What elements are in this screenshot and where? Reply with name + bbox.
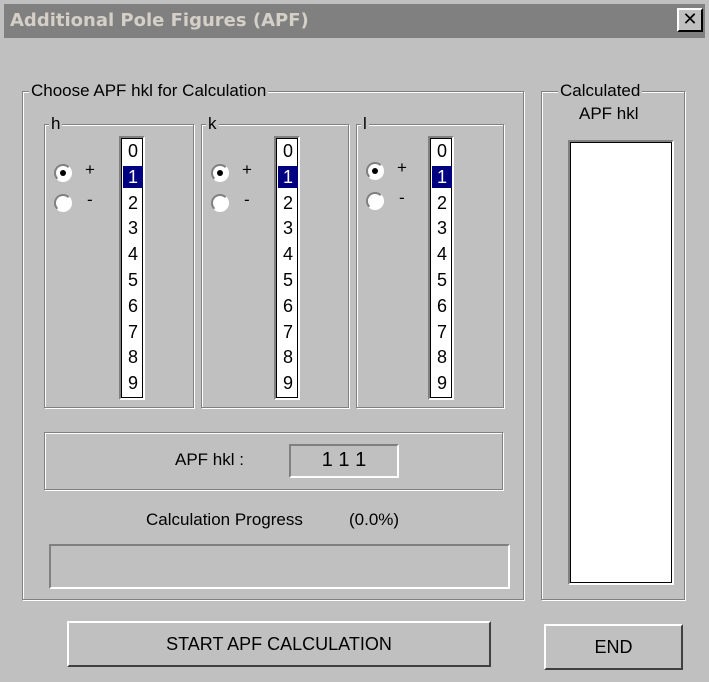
l-listbox-item[interactable]: 7 <box>432 321 452 343</box>
k-group: k + - 0 1 2 3 4 5 6 7 8 9 <box>201 113 349 408</box>
k-minus-radio[interactable] <box>211 194 229 212</box>
window-title: Additional Pole Figures (APF) <box>10 10 309 31</box>
k-minus-label: - <box>244 190 250 209</box>
l-listbox-item[interactable]: 5 <box>432 269 452 291</box>
apf-hkl-value: 1 1 1 <box>321 449 367 471</box>
calculated-label-line1: Calculated <box>558 80 643 102</box>
l-listbox-item[interactable]: 1 <box>432 165 452 188</box>
k-plus-radio[interactable] <box>211 164 229 182</box>
apf-dialog: Additional Pole Figures (APF) ✕ Choose A… <box>0 0 709 682</box>
k-listbox-item[interactable]: 0 <box>278 140 298 162</box>
k-listbox-item[interactable]: 2 <box>278 192 298 214</box>
start-button-label: START APF CALCULATION <box>166 634 392 654</box>
k-listbox-item[interactable]: 9 <box>278 372 298 394</box>
k-plus-label: + <box>242 160 252 179</box>
l-listbox[interactable]: 0 1 2 3 4 5 6 7 8 9 <box>428 136 454 400</box>
l-plus-label: + <box>397 158 407 177</box>
l-listbox-item[interactable]: 6 <box>432 295 452 317</box>
end-button-label: END <box>594 637 633 657</box>
h-listbox-item[interactable]: 7 <box>123 321 143 343</box>
h-listbox-item[interactable]: 6 <box>123 295 143 317</box>
k-listbox-item[interactable]: 5 <box>278 269 298 291</box>
l-listbox-item[interactable]: 4 <box>432 243 452 265</box>
k-listbox-item[interactable]: 4 <box>278 243 298 265</box>
end-button[interactable]: END <box>544 624 683 670</box>
l-listbox-item[interactable]: 2 <box>432 192 452 214</box>
h-listbox-item[interactable]: 4 <box>123 243 143 265</box>
h-group: h + - 0 1 2 3 4 5 6 7 8 9 <box>44 113 194 408</box>
h-listbox-item[interactable]: 5 <box>123 269 143 291</box>
k-listbox-item[interactable]: 6 <box>278 295 298 317</box>
h-minus-radio[interactable] <box>54 194 72 212</box>
h-listbox-item[interactable]: 3 <box>123 217 143 239</box>
k-listbox-item[interactable]: 1 <box>278 165 298 188</box>
close-button[interactable]: ✕ <box>677 8 703 32</box>
k-listbox-item[interactable]: 8 <box>278 346 298 368</box>
start-apf-calculation-button[interactable]: START APF CALCULATION <box>67 621 491 667</box>
l-minus-label: - <box>399 188 405 207</box>
title-bar[interactable]: Additional Pole Figures (APF) ✕ <box>4 4 705 38</box>
l-minus-radio[interactable] <box>366 192 384 210</box>
close-icon: ✕ <box>682 9 698 30</box>
apf-hkl-value-box: 1 1 1 <box>289 444 399 478</box>
h-plus-label: + <box>85 160 95 179</box>
k-listbox[interactable]: 0 1 2 3 4 5 6 7 8 9 <box>274 136 300 400</box>
calculated-list[interactable] <box>568 140 674 585</box>
l-group-label: l <box>361 113 369 135</box>
l-listbox-item[interactable]: 0 <box>432 140 452 162</box>
h-listbox-item[interactable]: 8 <box>123 346 143 368</box>
h-plus-radio[interactable] <box>54 164 72 182</box>
k-group-label: k <box>206 113 219 135</box>
l-listbox-item[interactable]: 9 <box>432 372 452 394</box>
l-listbox-item[interactable]: 3 <box>432 217 452 239</box>
h-listbox-item[interactable]: 9 <box>123 372 143 394</box>
h-listbox-item[interactable]: 0 <box>123 140 143 162</box>
calculated-label-line2: APF hkl <box>579 104 639 123</box>
h-group-label: h <box>49 113 63 135</box>
apf-hkl-label: APF hkl : <box>175 450 244 469</box>
choose-apf-label: Choose APF hkl for Calculation <box>29 80 269 102</box>
h-listbox-item[interactable]: 2 <box>123 192 143 214</box>
calculated-group: Calculated APF hkl <box>541 80 685 600</box>
l-listbox-item[interactable]: 8 <box>432 346 452 368</box>
progress-bar <box>49 544 510 589</box>
l-group: l + - 0 1 2 3 4 5 6 7 8 9 <box>356 113 504 408</box>
apf-hkl-panel: APF hkl : 1 1 1 <box>44 432 503 490</box>
h-minus-label: - <box>87 190 93 209</box>
h-listbox-item[interactable]: 1 <box>123 165 143 188</box>
l-plus-radio[interactable] <box>366 162 384 180</box>
progress-percent: (0.0%) <box>349 510 400 529</box>
progress-label: Calculation Progress <box>146 510 303 529</box>
k-listbox-item[interactable]: 3 <box>278 217 298 239</box>
h-listbox[interactable]: 0 1 2 3 4 5 6 7 8 9 <box>119 136 145 400</box>
k-listbox-item[interactable]: 7 <box>278 321 298 343</box>
